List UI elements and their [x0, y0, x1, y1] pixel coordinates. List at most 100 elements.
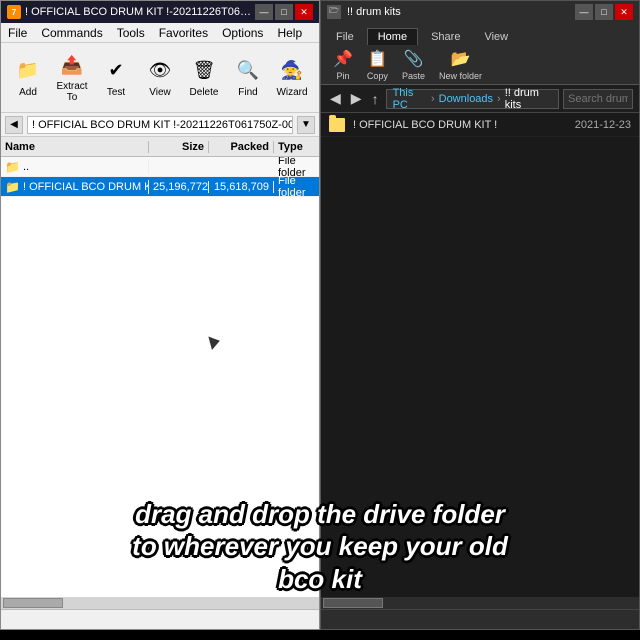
- right-title-bar: 🗁 !! drum kits — □ ✕: [321, 1, 639, 23]
- title-bar-controls: — □ ✕: [255, 4, 313, 20]
- extract-icon: 📤: [58, 51, 86, 79]
- app-icon-label: 7: [12, 8, 16, 17]
- right-title-left: 🗁 !! drum kits: [327, 5, 401, 19]
- copy-button[interactable]: 📋 Copy: [363, 47, 392, 83]
- tab-view[interactable]: View: [473, 28, 519, 45]
- view-icon: 👁: [146, 57, 174, 85]
- tab-home[interactable]: Home: [367, 28, 418, 45]
- left-title-bar: 7 ! OFFICIAL BCO DRUM KIT !-20211226T061…: [1, 1, 319, 23]
- menu-help[interactable]: Help: [274, 25, 305, 41]
- col-type-header[interactable]: Type: [274, 141, 319, 153]
- breadcrumb-sep1: ›: [431, 93, 435, 105]
- menu-bar: File Commands Tools Favorites Options He…: [1, 23, 319, 43]
- breadcrumb-downloads: Downloads: [439, 93, 493, 105]
- title-bar-left: 7 ! OFFICIAL BCO DRUM KIT !-20211226T061…: [7, 5, 255, 19]
- extract-label: Extract To: [56, 81, 88, 103]
- wizard-label: Wizard: [276, 87, 307, 98]
- menu-file[interactable]: File: [5, 25, 30, 41]
- breadcrumb-sep2: ›: [497, 93, 501, 105]
- copy-label: Copy: [367, 71, 388, 81]
- tab-file[interactable]: File: [325, 28, 365, 45]
- menu-options[interactable]: Options: [219, 25, 266, 41]
- folder-icon: [329, 118, 345, 132]
- dropdown-button[interactable]: ▼: [297, 116, 315, 134]
- minimize-button[interactable]: —: [255, 4, 273, 20]
- view-label: View: [149, 87, 171, 98]
- right-app-icon: 🗁: [327, 5, 341, 19]
- pin-label: Pin: [336, 71, 349, 81]
- ribbon-tabs: File Home Share View: [321, 23, 639, 45]
- list-item[interactable]: ! OFFICIAL BCO DRUM KIT ! 2021-12-23: [321, 113, 639, 137]
- extract-button[interactable]: 📤 Extract To: [53, 47, 91, 107]
- find-label: Find: [238, 87, 257, 98]
- new-folder-label: New folder: [439, 71, 482, 81]
- col-packed-header[interactable]: Packed: [209, 141, 274, 153]
- folder-icon: 📁: [5, 180, 20, 194]
- paste-label: Paste: [402, 71, 425, 81]
- table-row[interactable]: 📁 .. File folder: [1, 157, 319, 177]
- file-packed-cell: 15,618,709: [209, 181, 274, 193]
- col-size-header[interactable]: Size: [149, 141, 209, 153]
- file-name-cell: 📁 ! OFFICIAL BCO DRUM KIT !: [1, 180, 149, 194]
- file-size-cell: 25,196,772: [149, 181, 209, 193]
- wizard-button[interactable]: 🧙 Wizard: [273, 53, 311, 102]
- test-button[interactable]: ✔ Test: [97, 53, 135, 102]
- maximize-button[interactable]: □: [275, 4, 293, 20]
- ribbon-bar: 📌 Pin 📋 Copy 📎 Paste 📂 New folder: [321, 45, 639, 85]
- new-folder-icon: 📂: [451, 49, 471, 69]
- explorer-address-bar: ◀ ▶ ↑ This PC › Downloads › !! drum kits: [321, 85, 639, 113]
- paste-button[interactable]: 📎 Paste: [398, 47, 429, 83]
- subtitle-text: drag and drop the drive folder to wherev…: [20, 498, 620, 596]
- ribbon-actions: 📌 Pin 📋 Copy 📎 Paste 📂 New folder: [329, 47, 486, 83]
- breadcrumb-drumkits: !! drum kits: [505, 87, 552, 111]
- add-button[interactable]: 📁 Add: [9, 53, 47, 102]
- app-icon: 7: [7, 5, 21, 19]
- delete-icon: 🗑: [190, 57, 218, 85]
- subtitle-line3: bco kit: [278, 564, 362, 594]
- test-icon: ✔: [102, 57, 130, 85]
- add-label: Add: [19, 87, 37, 98]
- delete-button[interactable]: 🗑 Delete: [185, 53, 223, 102]
- subtitle-overlay: drag and drop the drive folder to wherev…: [0, 488, 640, 606]
- tab-share[interactable]: Share: [420, 28, 471, 45]
- pin-icon: 📌: [333, 49, 353, 69]
- up-nav-button[interactable]: ↑: [369, 90, 382, 108]
- forward-nav-button[interactable]: ▶: [348, 89, 365, 108]
- new-folder-button[interactable]: 📂 New folder: [435, 47, 486, 83]
- right-maximize-button[interactable]: □: [595, 4, 613, 20]
- file-type-cell: File folder: [274, 175, 319, 199]
- wizard-icon: 🧙: [278, 57, 306, 85]
- menu-tools[interactable]: Tools: [114, 25, 148, 41]
- menu-commands[interactable]: Commands: [38, 25, 105, 41]
- right-status-bar: [321, 609, 639, 629]
- address-input[interactable]: ! OFFICIAL BCO DRUM KIT !-20211226T06175…: [27, 116, 293, 134]
- pin-quick-access-button[interactable]: 📌 Pin: [329, 47, 357, 83]
- add-icon: 📁: [14, 57, 42, 85]
- subtitle-line2: to wherever you keep your old: [132, 531, 508, 561]
- file-name-cell: 📁 ..: [1, 160, 149, 174]
- table-row[interactable]: 📁 ! OFFICIAL BCO DRUM KIT ! 25,196,772 1…: [1, 177, 319, 197]
- right-window-title: !! drum kits: [347, 6, 401, 18]
- file-list-header: Name Size Packed Type: [1, 137, 319, 157]
- search-input[interactable]: [563, 89, 633, 109]
- find-button[interactable]: 🔍 Find: [229, 53, 267, 102]
- close-button[interactable]: ✕: [295, 4, 313, 20]
- address-bar: ◀ ! OFFICIAL BCO DRUM KIT !-20211226T061…: [1, 113, 319, 137]
- file-name: ! OFFICIAL BCO DRUM KIT !: [353, 119, 567, 131]
- menu-favorites[interactable]: Favorites: [156, 25, 211, 41]
- copy-icon: 📋: [367, 49, 387, 69]
- toolbar: 📁 Add 📤 Extract To ✔ Test 👁 View 🗑 Delet…: [1, 43, 319, 113]
- right-minimize-button[interactable]: —: [575, 4, 593, 20]
- view-button[interactable]: 👁 View: [141, 53, 179, 102]
- right-close-button[interactable]: ✕: [615, 4, 633, 20]
- back-nav-button[interactable]: ◀: [327, 89, 344, 108]
- paste-icon: 📎: [403, 49, 423, 69]
- left-window-title: ! OFFICIAL BCO DRUM KIT !-20211226T06175…: [25, 6, 255, 18]
- breadcrumb-thispc: This PC: [393, 87, 427, 111]
- col-name-header[interactable]: Name: [1, 141, 149, 153]
- back-button[interactable]: ◀: [5, 116, 23, 134]
- file-date: 2021-12-23: [575, 119, 631, 131]
- explorer-breadcrumb[interactable]: This PC › Downloads › !! drum kits: [386, 89, 559, 109]
- delete-label: Delete: [190, 87, 219, 98]
- test-label: Test: [107, 87, 125, 98]
